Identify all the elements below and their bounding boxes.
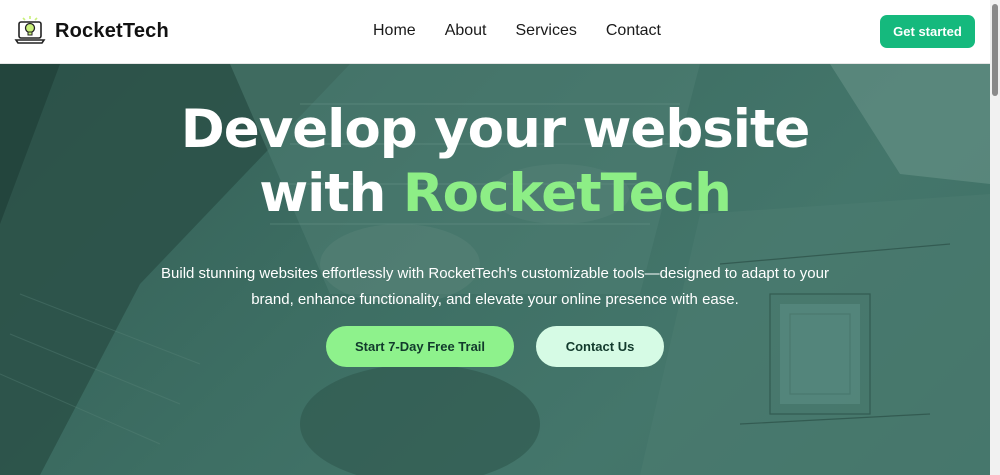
page: RocketTech Home About Services Contact G… — [0, 0, 1000, 475]
nav-link-home[interactable]: Home — [373, 22, 416, 40]
laptop-bulb-icon — [14, 16, 46, 44]
hero-title: Develop your website with RocketTech — [0, 98, 990, 226]
hero-subtitle: Build stunning websites effortlessly wit… — [161, 265, 829, 308]
hero-section: Develop your website with RocketTech Bui… — [0, 64, 990, 475]
nav-link-services[interactable]: Services — [516, 22, 577, 40]
start-free-trial-button[interactable]: Start 7-Day Free Trail — [326, 326, 514, 367]
contact-us-button[interactable]: Contact Us — [536, 326, 664, 367]
hero-title-prefix: with — [259, 163, 403, 224]
brand-name: RocketTech — [55, 19, 169, 42]
nav-link-contact[interactable]: Contact — [606, 22, 661, 40]
scrollbar-thumb[interactable] — [992, 4, 998, 96]
main-nav: Home About Services Contact — [373, 22, 690, 40]
site-header: RocketTech Home About Services Contact G… — [0, 0, 990, 64]
brand[interactable]: RocketTech — [14, 14, 169, 48]
get-started-button[interactable]: Get started — [880, 15, 975, 48]
page-scrollbar[interactable] — [990, 0, 1000, 475]
hero-title-accent: RocketTech — [402, 163, 732, 224]
hero-title-line1: Develop your website — [180, 99, 811, 160]
nav-link-about[interactable]: About — [445, 22, 487, 40]
